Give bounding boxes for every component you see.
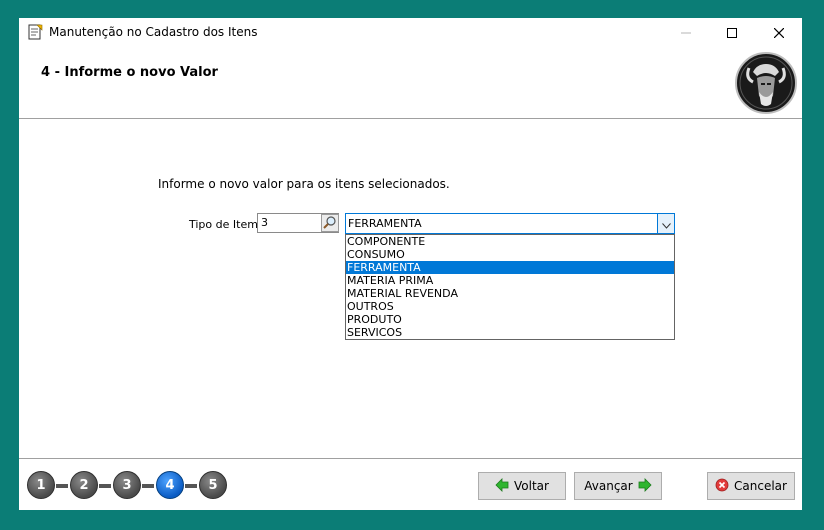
cancel-button[interactable]: Cancelar [707, 472, 795, 500]
dropdown-option-componente[interactable]: COMPONENTE [346, 235, 674, 248]
dropdown-option-servicos[interactable]: SERVICOS [346, 326, 674, 339]
step-4-current: 4 [156, 471, 184, 499]
wizard-step-indicator: 1 2 3 4 5 [27, 471, 247, 501]
title-bar: Manutenção no Cadastro dos Itens [19, 18, 802, 48]
app-icon [27, 24, 43, 40]
window-title: Manutenção no Cadastro dos Itens [49, 25, 258, 39]
close-button[interactable] [756, 18, 802, 48]
minimize-button[interactable] [663, 18, 709, 48]
step-connector [56, 484, 68, 488]
arrow-left-icon [495, 477, 509, 495]
arrow-right-icon [638, 477, 652, 495]
step-3: 3 [113, 471, 141, 499]
dropdown-option-outros[interactable]: OUTROS [346, 300, 674, 313]
footer-separator [19, 458, 802, 459]
step-connector [142, 484, 154, 488]
dropdown-option-material-revenda[interactable]: MATERIAL REVENDA [346, 287, 674, 300]
tipo-item-combo[interactable]: FERRAMENTA [345, 213, 675, 234]
maximize-button[interactable] [709, 18, 755, 48]
step-5: 5 [199, 471, 227, 499]
back-button[interactable]: Voltar [478, 472, 566, 500]
tipo-item-dropdown-list: COMPONENTE CONSUMO FERRAMENTA MATERIA PR… [345, 234, 675, 340]
combo-selected-value: FERRAMENTA [348, 217, 422, 230]
chevron-down-icon [661, 214, 671, 233]
cancel-button-label: Cancelar [734, 479, 787, 493]
next-button-label: Avançar [584, 479, 633, 493]
dropdown-option-produto[interactable]: PRODUTO [346, 313, 674, 326]
page-title: 4 - Informe o novo Valor [41, 65, 218, 80]
wizard-window: Manutenção no Cadastro dos Itens 4 - Inf… [19, 18, 802, 510]
dropdown-option-ferramenta[interactable]: FERRAMENTA [346, 261, 674, 274]
header-separator [19, 118, 802, 119]
magnifier-icon [323, 214, 337, 233]
dropdown-option-consumo[interactable]: CONSUMO [346, 248, 674, 261]
cancel-icon [715, 478, 729, 495]
viking-logo [735, 52, 797, 114]
step-connector [185, 484, 197, 488]
step-2: 2 [70, 471, 98, 499]
instruction-text: Informe o novo valor para os itens selec… [158, 177, 450, 191]
back-button-label: Voltar [514, 479, 549, 493]
dropdown-option-materia-prima[interactable]: MATERIA PRIMA [346, 274, 674, 287]
lookup-button[interactable] [321, 214, 339, 232]
step-1: 1 [27, 471, 55, 499]
combo-dropdown-button[interactable] [657, 214, 674, 233]
tipo-item-label: Tipo de Item: [189, 218, 262, 231]
step-connector [99, 484, 111, 488]
next-button[interactable]: Avançar [574, 472, 662, 500]
